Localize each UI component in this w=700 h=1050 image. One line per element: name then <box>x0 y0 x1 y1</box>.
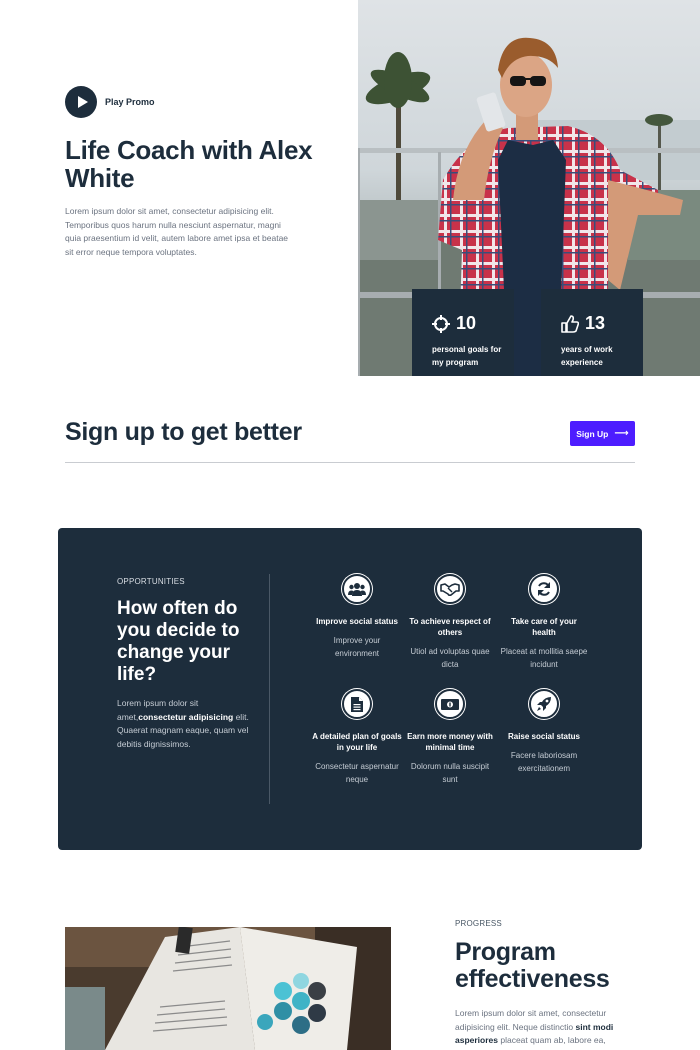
handshake-icon <box>435 574 465 604</box>
feature-title: Raise social status <box>507 732 581 741</box>
feature-title: A detailed plan of goals in your life <box>312 732 402 752</box>
opportunities-panel: OPPORTUNITIES How often do you decide to… <box>58 528 642 850</box>
feature-description: Improve your environment <box>333 636 381 658</box>
play-promo-label[interactable]: Play Promo <box>105 97 155 107</box>
feature-raise-status: Raise social status Facere laboriosam ex… <box>499 689 589 775</box>
feature-description: Consectetur aspernatur neque <box>315 762 399 784</box>
stat-card-experience: 13 years of work experience <box>541 289 643 376</box>
feature-title: Improve social status <box>316 617 398 626</box>
signup-title: Sign up to get better <box>65 418 302 446</box>
feature-money: Earn more money with minimal time Doloru… <box>405 689 495 786</box>
document-icon <box>342 689 372 719</box>
play-promo[interactable]: Play Promo <box>65 86 155 118</box>
play-button[interactable] <box>65 86 97 118</box>
signup-button-label: Sign Up <box>576 428 609 439</box>
stat-number: 13 <box>585 313 606 333</box>
sync-icon <box>529 574 559 604</box>
progress-description: Lorem ipsum dolor sit amet, consectetur … <box>455 1008 614 1045</box>
feature-health: Take care of your health Placeat at moll… <box>499 574 589 671</box>
progress-title: Program effectiveness <box>455 938 610 993</box>
thumbs-up-icon <box>561 314 579 333</box>
section-eyebrow: PROGRESS <box>455 919 502 928</box>
stat-label: personal goals for my program <box>432 345 502 367</box>
feature-description: Placeat at mollitia saepe incidunt <box>500 647 588 669</box>
feature-respect: To achieve respect of others Utiol ad vo… <box>405 574 495 671</box>
signup-button[interactable]: Sign Up ⟶ <box>570 421 635 446</box>
panel-divider <box>269 574 270 804</box>
users-icon <box>342 574 372 604</box>
feature-title: Take care of your health <box>511 617 577 637</box>
money-bill-icon <box>435 689 465 719</box>
feature-title: To achieve respect of others <box>409 617 491 637</box>
feature-description: Utiol ad voluptas quae dicta <box>410 647 490 669</box>
section-eyebrow: OPPORTUNITIES <box>117 577 185 586</box>
stat-card-goals: 10 personal goals for my program <box>412 289 514 376</box>
panel-description: Lorem ipsum dolor sit amet,consectetur a… <box>117 698 249 749</box>
rocket-icon <box>529 689 559 719</box>
section-divider <box>65 462 635 463</box>
feature-description: Dolorum nulla suscipit sunt <box>410 762 490 784</box>
stat-number: 10 <box>456 313 477 333</box>
arrow-right-icon: ⟶ <box>614 428 629 439</box>
feature-title: Earn more money with minimal time <box>407 732 493 752</box>
feature-description: Facere laboriosam exercitationem <box>510 751 578 773</box>
panel-title: How often do you decide to change your l… <box>117 598 240 685</box>
feature-plan: A detailed plan of goals in your life Co… <box>312 689 402 786</box>
hero-description: Lorem ipsum dolor sit amet, consectetur … <box>65 206 289 257</box>
stat-label: years of work experience <box>561 345 613 367</box>
man-on-phone-image <box>358 0 700 376</box>
program-book-image <box>65 927 391 1050</box>
play-icon <box>77 96 88 108</box>
hero-section: Play Promo Life Coach with Alex White Lo… <box>0 0 700 376</box>
crosshair-icon <box>432 314 450 333</box>
hero-photo <box>358 0 700 376</box>
hero-title: Life Coach with Alex White <box>65 135 313 193</box>
feature-social-status: Improve social status Improve your envir… <box>312 574 402 660</box>
